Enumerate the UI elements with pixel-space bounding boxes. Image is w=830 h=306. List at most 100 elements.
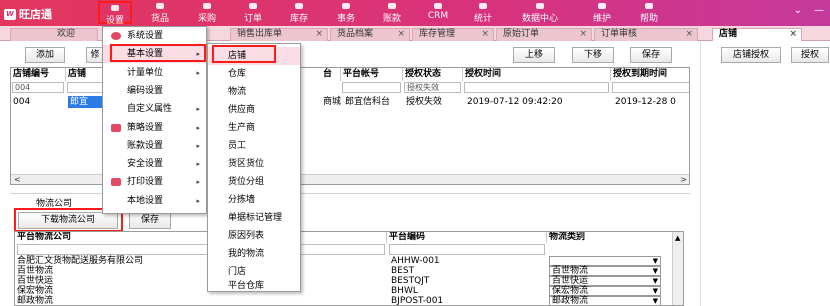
filter-code[interactable] [389,244,545,255]
minimize-icon[interactable]: — [814,5,824,16]
tab-order-review[interactable]: 订单审核 × [594,28,698,41]
col-platform[interactable]: 台 [321,68,341,81]
gear-icon [111,5,119,11]
col-platform-account[interactable]: 平台帐号 [341,68,403,81]
logistics-type-select[interactable]: 邮政物流 ▼ [549,296,661,305]
col-auth-status[interactable]: 授权状态 [403,68,463,81]
close-icon[interactable]: × [579,29,587,40]
col-platform-logistics[interactable]: 平台物流公司 [15,232,387,243]
nav-stock[interactable]: 库存 [284,0,314,26]
filter-auth-status[interactable]: 授权失效 [404,82,461,93]
menu-item-manufacturer[interactable]: 生产商 [208,119,300,137]
cell-auth-time[interactable]: 2019-07-12 09:42:20 [465,96,610,108]
menu-label: 安全设置 [127,159,164,169]
close-icon[interactable]: × [789,29,797,40]
menu-item-strategy[interactable]: 策略设置 ▸ [103,119,206,137]
col-shop-code[interactable]: 店铺编号 [11,68,66,81]
tab-welcome[interactable]: 欢迎 [10,28,98,41]
nav-orders[interactable]: 订单 [238,0,268,26]
logistics-type-select[interactable]: 保宏物流 ▼ [549,286,661,296]
cell-code: BESTQJT [391,276,430,286]
cell-auth-expire[interactable]: 2019-12-28 0 [613,96,689,108]
shop-auth-button[interactable]: 店铺授权 [721,47,781,63]
menu-item-location-group[interactable]: 货位分组 [208,173,300,191]
nav-settings[interactable]: 设置 [98,1,132,26]
nav-crm[interactable]: CRM [423,0,453,26]
logistics-save-button[interactable]: 保存 [129,212,171,229]
menu-item-custom-attrs[interactable]: 自定义属性 ▸ [103,100,206,118]
menu-item-my-logistics[interactable]: 我的物流 [208,245,300,263]
tab-shop[interactable]: 店铺 × [712,28,802,41]
nav-accounts[interactable]: 账款 [377,0,407,26]
nav-stats[interactable]: 统计 [468,0,498,26]
chevron-right-icon: ▸ [196,160,200,168]
col-auth-time[interactable]: 授权时间 [463,68,611,81]
close-icon[interactable]: × [685,29,693,40]
filter-company[interactable] [17,244,385,255]
filter-shop-code[interactable]: 004 [12,82,64,93]
scroll-up-icon[interactable]: ▲ [675,234,680,242]
menu-item-reasons[interactable]: 原因列表 [208,227,300,245]
tab-raw-orders[interactable]: 原始订单 × [496,28,592,41]
chevron-down-icon[interactable]: ⌄ [794,5,802,16]
add-button[interactable]: 添加 [25,47,65,63]
col-auth-expire[interactable]: 授权到期时间 [611,68,689,81]
crm-icon [434,3,442,9]
auth-button[interactable]: 授权 [791,47,829,63]
move-up-button[interactable]: 上移 [513,47,555,63]
cell-account[interactable]: 郎宜信科台 [343,96,403,108]
scroll-left-icon[interactable]: < [14,175,21,184]
cell-company: 百世物流 [17,266,54,276]
menu-item-sort-wall[interactable]: 分拣墙 [208,191,300,209]
filter-shop[interactable] [67,82,103,93]
menu-item-accounts[interactable]: 账款设置 ▸ [103,137,206,155]
col-platform-code[interactable]: 平台编码 [387,232,547,243]
close-icon[interactable]: × [481,29,489,40]
scroll-right-icon[interactable]: > [680,175,687,184]
nav-help[interactable]: 帮助 [632,0,666,26]
filter-auth-time[interactable] [464,82,609,93]
logistics-type-select[interactable]: 百世物流 ▼ [549,266,661,276]
cell-shop-code[interactable]: 004 [11,96,66,108]
menu-item-logistics[interactable]: 物流 [208,83,300,101]
menu-item-units[interactable]: 计量单位 ▸ [103,64,206,82]
nav-affairs[interactable]: 事务 [331,0,361,26]
close-icon[interactable]: × [397,29,405,40]
col-logistics-type[interactable]: 物流类别 [547,232,673,243]
caret-down-icon: ▼ [652,267,658,275]
col-shop[interactable]: 店铺 [66,68,106,81]
nav-data-center[interactable]: 数据中心 [510,0,570,26]
menu-item-system-settings[interactable]: 系统设置 [103,27,206,45]
menu-item-doc-tags[interactable]: 单据标记管理 [208,209,300,227]
menu-item-print[interactable]: 打印设置 ▸ [103,173,206,191]
menu-item-security[interactable]: 安全设置 ▸ [103,155,206,173]
menu-item-local[interactable]: 本地设置 ▸ [103,192,206,210]
menu-item-zone-location[interactable]: 货区货位 [208,155,300,173]
filter-auth-expire[interactable] [612,82,689,93]
nav-maintenance[interactable]: 维护 [585,0,619,26]
tab-sales-outbound[interactable]: 销售出库单 × [230,28,328,41]
save-button[interactable]: 保存 [630,47,672,63]
move-down-button[interactable]: 下移 [572,47,614,63]
menu-item-code-settings[interactable]: 编码设置 [103,82,206,100]
nav-purchase[interactable]: 采购 [192,0,222,26]
settings-icon [111,32,121,40]
stock-icon [295,3,303,9]
vertical-scrollbar[interactable]: ▲ [672,232,683,305]
tab-goods-archive[interactable]: 货品档案 × [330,28,410,41]
logistics-type-select[interactable]: ▼ [549,256,661,266]
menu-item-platform-warehouse[interactable]: 平台仓库 [208,281,300,293]
logistics-table: 平台物流公司 平台编码 物流类别 合肥汇文货物配送服务有限公司 AHHW-001… [14,231,684,306]
cell-platform[interactable]: 商城 [321,96,343,108]
cell-auth-status[interactable]: 授权失效 [404,96,462,108]
menu-item-stores[interactable]: 门店 [208,263,300,281]
nav-goods[interactable]: 货品 [145,0,175,26]
cell-shop-name[interactable]: 郎宜 [68,96,104,108]
menu-item-supplier[interactable]: 供应商 [208,101,300,119]
menu-item-warehouse[interactable]: 仓库 [208,65,300,83]
menu-item-employee[interactable]: 员工 [208,137,300,155]
close-icon[interactable]: × [315,29,323,40]
tab-stock-manage[interactable]: 库存管理 × [412,28,494,41]
filter-account[interactable] [342,82,401,93]
logistics-type-select[interactable]: 百世快运 ▼ [549,276,661,286]
